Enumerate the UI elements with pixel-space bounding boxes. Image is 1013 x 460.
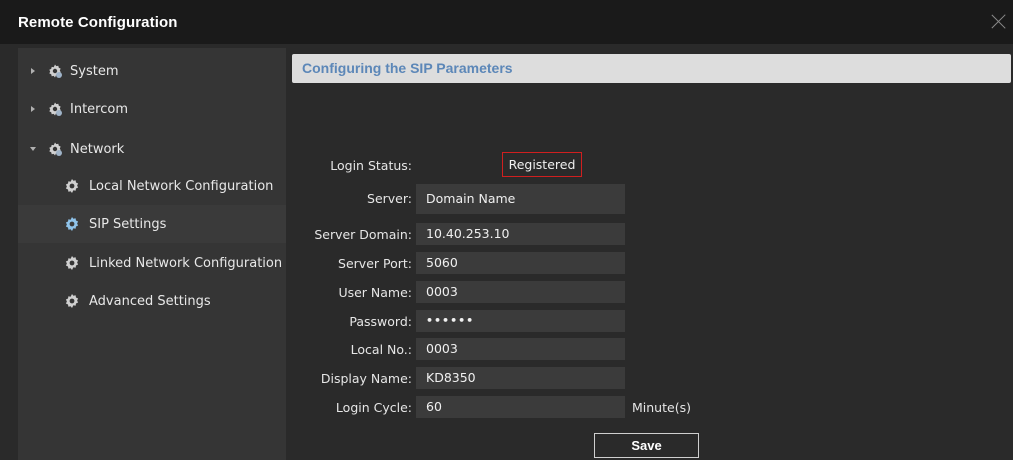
gear-icon <box>64 178 80 194</box>
expand-arrow-icon[interactable] <box>31 68 35 74</box>
server-port-input[interactable]: 5060 <box>416 252 625 274</box>
sidebar-item-local-network-configuration[interactable]: Local Network Configuration <box>18 167 286 205</box>
sidebar-item-intercom[interactable]: Intercom <box>18 90 286 128</box>
login-cycle-label: Login Cycle: <box>335 400 412 415</box>
section-title: Configuring the SIP Parameters <box>302 60 513 76</box>
sidebar-tree: System Intercom Network Local Network Co… <box>18 48 286 460</box>
display-name-label: Display Name: <box>320 371 412 386</box>
password-label: Password: <box>349 314 412 329</box>
sidebar-item-advanced-settings[interactable]: Advanced Settings <box>18 282 286 320</box>
sidebar-item-label: Linked Network Configuration <box>89 255 283 271</box>
user-name-input[interactable]: 0003 <box>416 281 625 303</box>
sidebar-item-sip-settings[interactable]: SIP Settings <box>18 205 286 243</box>
section-header: Configuring the SIP Parameters <box>292 54 1011 83</box>
window-title: Remote Configuration <box>18 13 178 31</box>
sidebar-item-system[interactable]: System <box>18 52 286 90</box>
local-no-label: Local No.: <box>350 342 412 357</box>
save-button[interactable]: Save <box>594 433 699 458</box>
gear-folder-icon <box>47 141 63 157</box>
sidebar-item-label: Advanced Settings <box>89 293 211 309</box>
remote-configuration-window: Remote Configuration System Intercom Net <box>0 0 1013 460</box>
collapse-arrow-icon[interactable] <box>30 147 36 151</box>
sidebar-item-label: Intercom <box>70 101 128 117</box>
server-port-label: Server Port: <box>338 256 412 271</box>
gear-icon <box>64 255 80 271</box>
sidebar-item-linked-network-configuration[interactable]: Linked Network Configuration <box>18 244 286 282</box>
close-icon[interactable] <box>989 11 1009 31</box>
sidebar-item-label: System <box>70 63 119 79</box>
login-cycle-unit: Minute(s) <box>632 400 691 415</box>
expand-arrow-icon[interactable] <box>31 106 35 112</box>
user-name-label: User Name: <box>338 285 412 300</box>
login-status-value: Registered <box>502 152 582 177</box>
gear-icon <box>64 293 80 309</box>
login-status-label: Login Status: <box>330 158 412 173</box>
server-domain-input[interactable]: 10.40.253.10 <box>416 223 625 245</box>
sidebar-item-network[interactable]: Network <box>18 130 286 168</box>
sidebar-item-label: SIP Settings <box>89 216 167 232</box>
sidebar-item-label: Local Network Configuration <box>89 178 274 194</box>
server-domain-label: Server Domain: <box>314 227 412 242</box>
server-select[interactable]: Domain Name <box>416 184 625 214</box>
sip-settings-panel: Configuring the SIP Parameters Login Sta… <box>290 48 1013 460</box>
title-bar: Remote Configuration <box>0 0 1013 44</box>
gear-folder-icon <box>47 101 63 117</box>
sidebar-item-label: Network <box>70 141 125 157</box>
login-cycle-input[interactable]: 60 <box>416 396 625 418</box>
gear-folder-icon <box>47 63 63 79</box>
password-input[interactable]: •••••• <box>416 310 625 332</box>
gear-icon <box>64 216 80 232</box>
local-no-input[interactable]: 0003 <box>416 338 625 360</box>
display-name-input[interactable]: KD8350 <box>416 367 625 389</box>
server-label: Server: <box>367 191 412 206</box>
